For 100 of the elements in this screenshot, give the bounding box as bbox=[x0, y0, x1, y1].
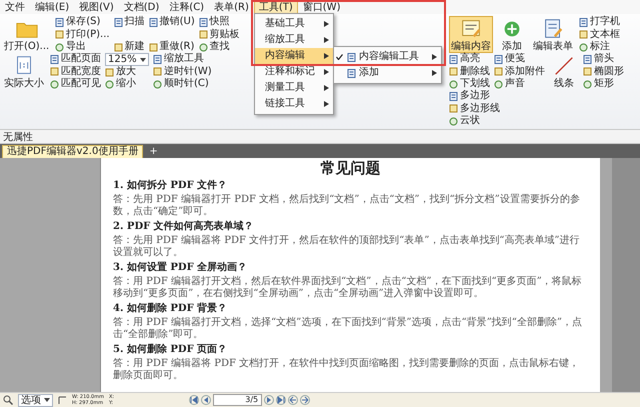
toolbar-button[interactable]: 导出 bbox=[55, 41, 110, 53]
view-dropdown[interactable]: 选项 bbox=[18, 394, 53, 406]
toolbar-button[interactable]: 顺时针(C) bbox=[153, 78, 212, 90]
previous-page-button[interactable] bbox=[201, 395, 212, 405]
question-heading: 5. 如何删除 PDF 页面？ bbox=[113, 343, 228, 356]
toolbar-button[interactable]: 打字机 bbox=[578, 16, 620, 28]
page-icon bbox=[50, 54, 59, 64]
toolbar-button[interactable]: 扫描 bbox=[114, 16, 145, 28]
circle-icon bbox=[578, 42, 588, 52]
toolbar-button[interactable]: 重做(R) bbox=[148, 41, 195, 53]
menu-item[interactable]: 文档(D) bbox=[118, 0, 164, 14]
new-tab-button[interactable]: + bbox=[146, 146, 161, 158]
page-number-field[interactable]: 3/5 bbox=[213, 394, 262, 406]
toolbar-button[interactable]: 多边形 bbox=[448, 90, 500, 102]
toolbar-button[interactable]: 缩小 bbox=[105, 78, 149, 90]
submenu-arrow-icon bbox=[324, 53, 329, 59]
page-icon bbox=[448, 92, 458, 100]
menu-item[interactable]: 注释(C) bbox=[164, 0, 210, 14]
menu-item[interactable]: 链接工具 bbox=[254, 96, 333, 112]
toolbar-button[interactable]: 椭圆形 bbox=[582, 66, 624, 78]
toolbar-button[interactable]: 下划线 bbox=[448, 78, 490, 90]
forward-button[interactable] bbox=[300, 395, 310, 405]
toolbar-button[interactable]: 打印(P)... bbox=[55, 28, 110, 40]
square-icon bbox=[578, 30, 588, 39]
zoom-dropdown[interactable]: 125% bbox=[105, 53, 149, 66]
toolbar-button[interactable]: 编辑表单 bbox=[530, 16, 575, 53]
menu-item[interactable]: 窗口(W) bbox=[298, 0, 346, 14]
page-icon bbox=[198, 18, 208, 26]
menu-label: 添加 bbox=[358, 66, 380, 80]
square-icon bbox=[198, 30, 208, 39]
answer-paragraph: 答：用 PDF 编辑器打开文档，选择“文档”选项，在下面找到“背景”选项，点击“背景”找到“全部删除”，点击“全部删除”即可。 bbox=[113, 317, 583, 341]
toolbar-button[interactable]: 箭头 bbox=[582, 53, 624, 65]
toolbar-button[interactable]: 查找 bbox=[198, 41, 240, 53]
answer-paragraph: 答：用 PDF 编辑器将 PDF 文档打开，在软件中找到页面缩略图，找到需要删除的页面，点击鼠标右键，删除页面即可。 bbox=[113, 358, 580, 382]
toolbar-button[interactable]: 矩形 bbox=[582, 78, 624, 90]
toolbar-button[interactable]: 线条 bbox=[548, 53, 579, 90]
circle-icon bbox=[494, 80, 503, 88]
menu-item[interactable]: 表单(R) bbox=[209, 0, 254, 14]
page-icon bbox=[582, 54, 592, 64]
toolbar-button[interactable]: 高亮 bbox=[448, 53, 490, 65]
menu-item[interactable]: 视图(V) bbox=[74, 0, 119, 14]
circle-icon bbox=[448, 80, 458, 88]
caret-icon bbox=[140, 58, 146, 62]
page-icon bbox=[153, 54, 162, 64]
toolbar-button[interactable]: 匹配宽度 bbox=[50, 66, 101, 78]
toolbar-button[interactable]: 匹配页面 bbox=[50, 53, 101, 65]
first-page-button[interactable] bbox=[189, 395, 200, 405]
submenu-arrow-icon bbox=[324, 101, 329, 107]
square-icon bbox=[494, 67, 503, 76]
toolbar-button[interactable]: 添加附件 bbox=[494, 66, 545, 78]
toolbar-button[interactable]: 声音 bbox=[494, 78, 545, 90]
menu-item[interactable]: 注释和标记 bbox=[254, 64, 333, 80]
page-icon bbox=[578, 18, 588, 26]
toolbar-button[interactable]: 多边形线 bbox=[448, 102, 500, 114]
toolbar-button[interactable]: 标注 bbox=[578, 41, 620, 53]
page-icon bbox=[346, 52, 356, 62]
toolbar-button[interactable]: 编辑内容 bbox=[448, 16, 493, 53]
page-icon bbox=[148, 18, 158, 26]
question-heading: 1. 如何拆分 PDF 文件？ bbox=[113, 179, 228, 192]
submenu-arrow-icon bbox=[324, 69, 329, 75]
menu-item[interactable]: 文件 bbox=[0, 0, 30, 14]
menu-item[interactable]: 内容编辑工具 bbox=[334, 49, 441, 65]
toolbar-button[interactable]: 打开(O)... bbox=[2, 16, 52, 53]
submenu-arrow-icon bbox=[324, 37, 329, 43]
toolbar-button[interactable]: 匹配可见 bbox=[50, 78, 101, 90]
document-tab[interactable]: 迅捷PDF编辑器v2.0使用手册 bbox=[2, 145, 144, 158]
answer-paragraph: 答：用 PDF 编辑器打开文档，然后在软件界面找到“文档”，点击“文档”，在下面找到“更多页面”，将鼠标移动到“更多页面”，在右侧找到“全屏动画”，点击“全屏动画”进入弹窗中设置即可。 bbox=[113, 276, 583, 300]
submenu-arrow-icon bbox=[432, 70, 437, 76]
question-heading: 3. 如何设置 PDF 全屏动画？ bbox=[113, 261, 248, 274]
toolbar-button[interactable]: 缩放工具 bbox=[153, 53, 212, 65]
toolbar-button[interactable]: 保存(S) bbox=[55, 16, 110, 28]
toolbar-button[interactable]: 撤销(U) bbox=[148, 16, 195, 28]
submenu-arrow-icon bbox=[324, 85, 329, 91]
submenu-arrow-icon bbox=[324, 21, 329, 27]
toolbar-button[interactable]: 云状 bbox=[448, 115, 500, 127]
toolbar-button[interactable]: 新建 bbox=[114, 41, 145, 53]
submenu-arrow-icon bbox=[432, 54, 437, 60]
circle-icon bbox=[55, 42, 64, 52]
toolbar-button[interactable]: 快照 bbox=[198, 16, 240, 28]
toolbar-button[interactable]: 便笺 bbox=[494, 53, 545, 65]
square-icon bbox=[582, 67, 592, 76]
menu-item[interactable]: 测量工具 bbox=[254, 80, 333, 96]
toolbar-button[interactable]: 逆时针(W) bbox=[153, 66, 212, 78]
toolbar-button[interactable]: 添加 bbox=[496, 16, 527, 53]
menu-item[interactable]: 编辑(E) bbox=[30, 0, 74, 14]
caret-icon bbox=[44, 398, 50, 402]
menu-item[interactable]: 基础工具 bbox=[254, 16, 333, 32]
page-icon bbox=[346, 68, 356, 78]
next-page-button[interactable] bbox=[264, 395, 274, 405]
square-icon bbox=[448, 67, 458, 76]
square-icon bbox=[448, 104, 458, 113]
last-page-button[interactable] bbox=[276, 395, 286, 405]
menu-item[interactable]: 添加 bbox=[334, 65, 441, 81]
toolbar-button[interactable]: 实际大小 bbox=[2, 53, 46, 90]
toolbar-button[interactable]: 删除线 bbox=[448, 66, 490, 78]
toolbar-button[interactable]: 文本框 bbox=[578, 28, 620, 40]
toolbar-button[interactable]: 放大 bbox=[105, 66, 149, 78]
toolbar-button[interactable]: 剪贴板 bbox=[198, 28, 240, 40]
back-button[interactable] bbox=[288, 395, 298, 405]
menu-item[interactable]: 缩放工具 bbox=[254, 32, 333, 48]
